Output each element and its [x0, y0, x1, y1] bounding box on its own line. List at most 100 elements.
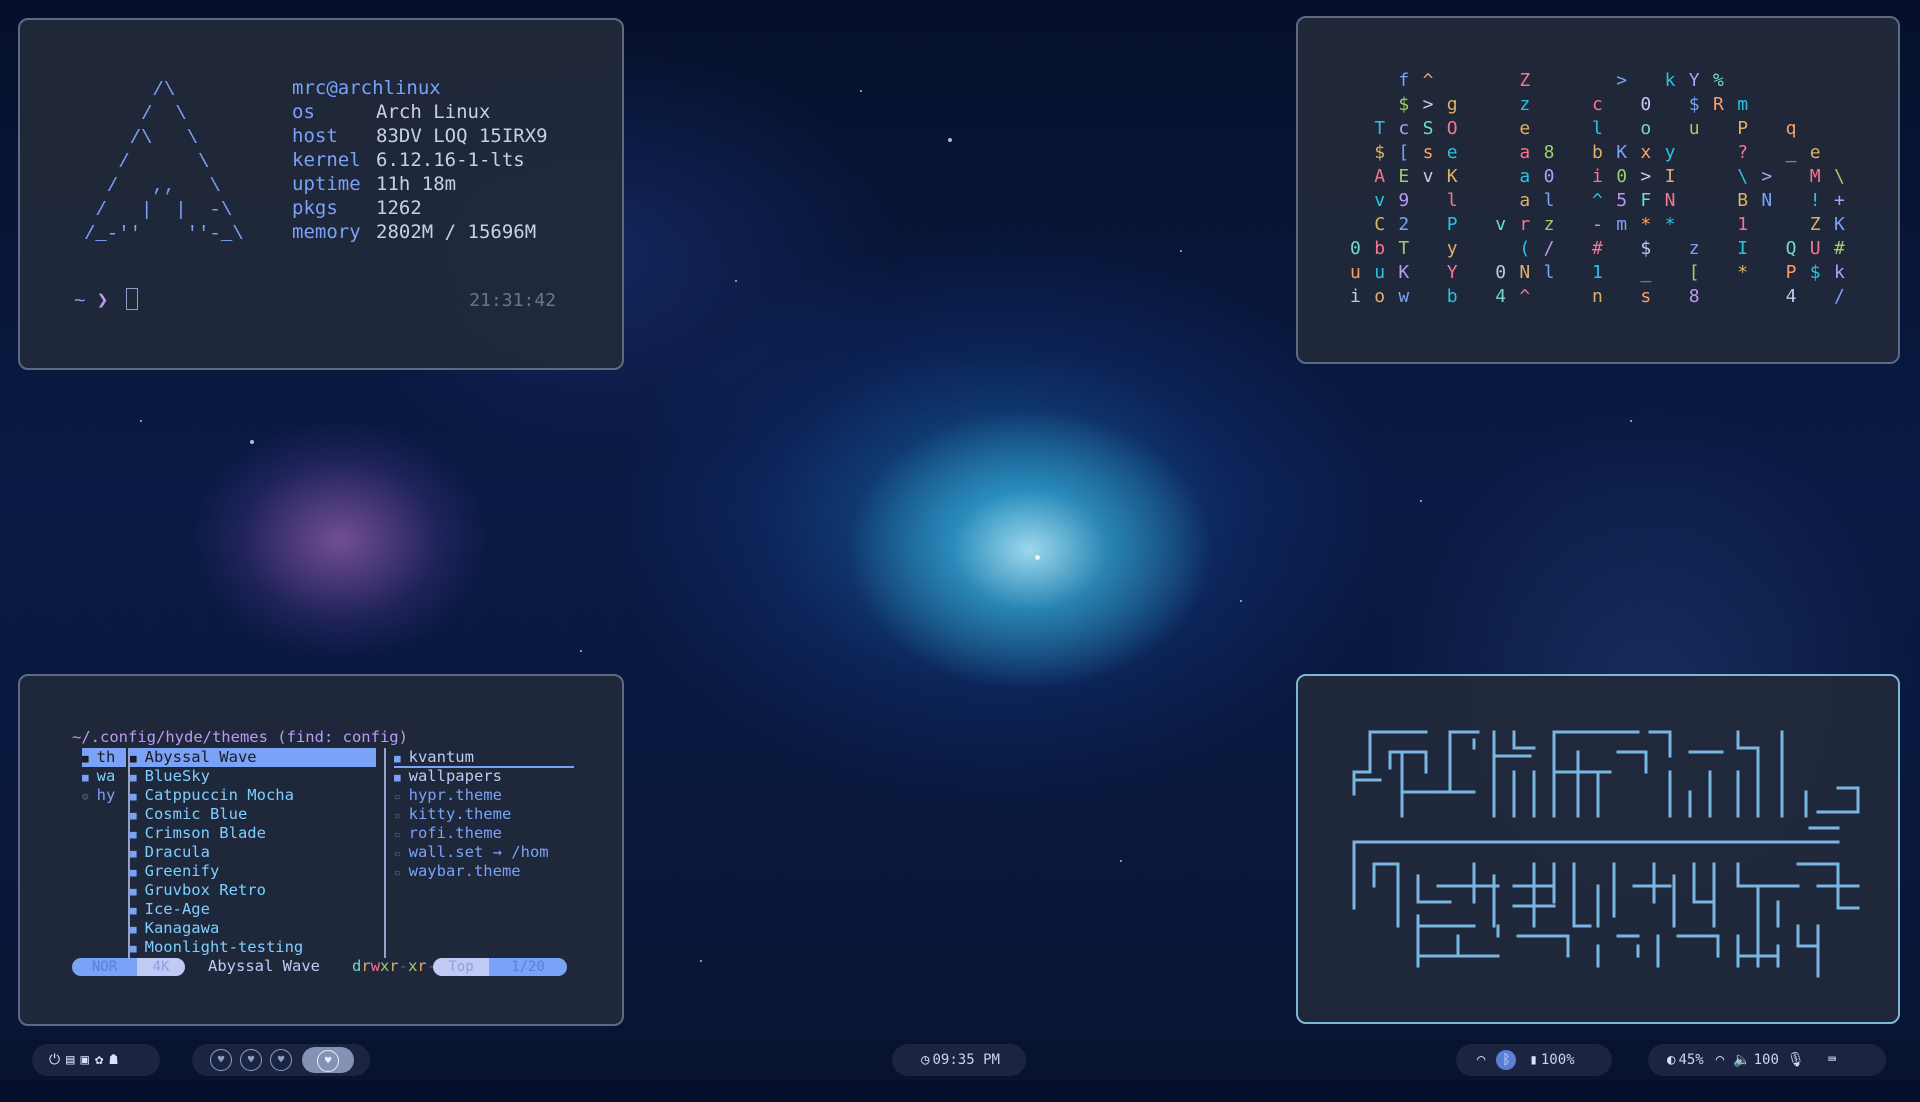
list-item[interactable]: ■ Gruvbox Retro	[130, 881, 376, 900]
arch-logo-ascii: /\ / \ /\ \ / \ / ,, \ / | | -\ /_-'' ''…	[84, 79, 244, 245]
list-item[interactable]: ■ wa	[82, 767, 126, 786]
text-cursor	[125, 288, 138, 310]
current-directory-list[interactable]: ■ Abyssal Wave ■ BlueSky ■ Catppuccin Mocha…	[130, 748, 376, 957]
ghost-icon[interactable]: ☗	[109, 1052, 117, 1068]
workspace-2-icon[interactable]: ♥	[240, 1049, 262, 1071]
matrix-glyph: >	[1761, 166, 1772, 187]
matrix-glyph: 4	[1786, 286, 1797, 307]
matrix-glyph: y	[1447, 238, 1458, 259]
matrix-glyph: $	[1689, 94, 1700, 115]
matrix-glyph: K	[1616, 142, 1627, 163]
list-item[interactable]: ■ Abyssal Wave	[130, 748, 376, 767]
file-icon: ▫	[394, 828, 401, 841]
bluetooth-icon[interactable]: ᛒ	[1496, 1050, 1517, 1070]
matrix-glyph: +	[1834, 190, 1845, 211]
workspace-1-icon[interactable]: ♥	[210, 1049, 232, 1071]
prompt-dir: ~	[74, 289, 86, 311]
matrix-glyph: s	[1640, 286, 1651, 307]
maze-screensaver-window[interactable]	[1296, 674, 1900, 1024]
list-item[interactable]: ■ Dracula	[130, 843, 376, 862]
matrix-glyph: \	[1737, 166, 1748, 187]
list-item[interactable]: ■ Catppuccin Mocha	[130, 786, 376, 805]
matrix-glyph: 0	[1544, 166, 1555, 187]
folder-icon: ■	[130, 752, 137, 765]
matrix-glyph: w	[1398, 286, 1409, 307]
info-row-memory: memory 2802M / 15696M	[292, 221, 537, 243]
power-icon[interactable]: ⏻	[49, 1052, 60, 1068]
volume-icon[interactable]: 🔈	[1733, 1052, 1750, 1068]
list-item[interactable]: ■ Kanagawa	[130, 919, 376, 938]
matrix-glyph: k	[1665, 70, 1676, 91]
list-item[interactable]: ⚙ hy	[82, 786, 126, 805]
list-item[interactable]: ■ Cosmic Blue	[130, 805, 376, 824]
matrix-glyph: c	[1592, 94, 1603, 115]
list-item[interactable]: ■ Ice-Age	[130, 900, 376, 919]
matrix-glyph: N	[1519, 262, 1530, 283]
matrix-glyph: z	[1689, 238, 1700, 259]
parent-directory-list[interactable]: ■ th ■ wa ⚙ hy	[82, 748, 126, 805]
matrix-glyph: y	[1665, 142, 1676, 163]
shell-prompt[interactable]: ~ ❯	[74, 288, 138, 311]
matrix-glyph: >	[1640, 166, 1651, 187]
prompt-time: 21:31:42	[469, 290, 556, 311]
info-row-os: os Arch Linux	[292, 101, 491, 123]
matrix-glyph: ^	[1592, 190, 1603, 211]
matrix-glyph: #	[1592, 238, 1603, 259]
matrix-glyph: *	[1737, 262, 1748, 283]
list-item[interactable]: ■ Crimson Blade	[130, 824, 376, 843]
matrix-glyph: $	[1374, 142, 1385, 163]
matrix-glyph: v	[1495, 214, 1506, 235]
preview-header-underline	[394, 766, 574, 768]
tag-badge: 4K	[137, 958, 185, 976]
list-item[interactable]: ■ wallpapers	[394, 767, 574, 786]
matrix-glyph: c	[1398, 118, 1409, 139]
workspace-switcher: ♥ ♥ ♥ ♥	[192, 1044, 370, 1076]
matrix-glyph: i	[1350, 286, 1361, 307]
workspace-active[interactable]: ♥	[302, 1047, 354, 1073]
keyboard-icon[interactable]: ⌨	[1828, 1052, 1836, 1068]
list-item[interactable]: ■ th	[82, 748, 126, 767]
palette-icon[interactable]: ✿	[95, 1052, 103, 1068]
system-tray: ◐ 45% ◠ 🔈 100 🎙 ⌨	[1648, 1044, 1886, 1076]
battery-level: 100%	[1540, 1052, 1575, 1068]
matrix-glyph: l	[1544, 262, 1555, 283]
matrix-rain-window[interactable]: f ^ Z > k Y% $ > g z c 0 $ Rm Tc S Oe l o u Pq $[s e a 8 b Kx y? _ e A…	[1296, 16, 1900, 364]
list-item[interactable]: ▫ rofi.theme	[394, 824, 574, 843]
wifi-icon[interactable]: ◠	[1716, 1052, 1724, 1068]
matrix-glyph: 1	[1592, 262, 1603, 283]
list-item[interactable]: ▫ waybar.theme	[394, 862, 574, 881]
workspace-3-icon[interactable]: ♥	[270, 1049, 292, 1071]
matrix-glyph: K	[1447, 166, 1458, 187]
clock-widget[interactable]: ◷ 09:35 PM	[892, 1044, 1026, 1076]
maze-paths	[1352, 730, 1860, 978]
matrix-glyph: b	[1592, 142, 1603, 163]
folder-icon: ■	[130, 809, 137, 822]
matrix-glyph: f	[1398, 70, 1409, 91]
matrix-glyph: o	[1640, 118, 1651, 139]
file-manager-window[interactable]: ~/.config/hyde/themes (find: config) ■ th…	[18, 674, 624, 1026]
list-item[interactable]: ■ Moonlight-testing	[130, 938, 376, 957]
brightness-icon[interactable]: ◐	[1667, 1052, 1675, 1068]
matrix-glyph: u	[1689, 118, 1700, 139]
wifi-icon[interactable]: ◠	[1477, 1052, 1485, 1068]
list-item[interactable]: ▫ kitty.theme	[394, 805, 574, 824]
list-item[interactable]: ▫ hypr.theme	[394, 786, 574, 805]
matrix-glyph: e	[1519, 118, 1530, 139]
windows-icon[interactable]: ▣	[81, 1052, 89, 1068]
list-item[interactable]: ■ kvantum	[394, 748, 574, 767]
matrix-glyph: 8	[1544, 142, 1555, 163]
list-item[interactable]: ▫ wall.set → /hom	[394, 843, 574, 862]
list-item[interactable]: ■ BlueSky	[130, 767, 376, 786]
info-row-pkgs: pkgs 1262	[292, 197, 422, 219]
fetch-terminal-window[interactable]: /\ / \ /\ \ / \ / ,, \ / | | -\ /_-'' ''…	[18, 18, 624, 370]
matrix-rain-canvas: f ^ Z > k Y %$ > g z c 0 $ RmT c S Oe l o u Pq$[s e a 8 b Kx y? _ eA…	[1350, 70, 1845, 307]
matrix-glyph: m	[1737, 94, 1748, 115]
microphone-icon[interactable]: 🎙	[1787, 1052, 1805, 1068]
matrix-glyph: u	[1374, 262, 1385, 283]
files-icon[interactable]: ▤	[66, 1052, 74, 1068]
matrix-glyph: a	[1519, 190, 1530, 211]
matrix-glyph: /	[1544, 238, 1555, 259]
matrix-glyph: -	[1592, 214, 1603, 235]
matrix-glyph: Y	[1689, 70, 1700, 91]
list-item[interactable]: ■ Greenify	[130, 862, 376, 881]
